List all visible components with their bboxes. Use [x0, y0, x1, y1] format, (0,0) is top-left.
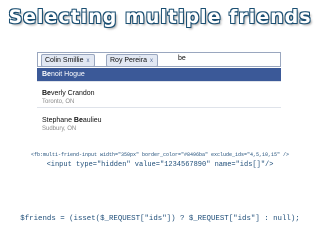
name-rest: aulieu [82, 117, 102, 124]
suggestion-name: Stephane Beaulieu [42, 116, 281, 125]
suggestion-location: Toronto, ON [42, 99, 75, 105]
match-highlight: Be [42, 71, 51, 78]
name-rest: noit Hogue [50, 71, 85, 78]
name-before: Stephane [42, 117, 74, 124]
suggestion-location: Sudbury, ON [42, 126, 77, 132]
match-highlight: Be [42, 90, 51, 97]
suggestion-item[interactable]: Stephane Beaulieu Sudbury, ON [37, 112, 281, 136]
hidden-input-code: <input type="hidden" value="1234567890" … [46, 161, 274, 169]
suggestion-name: Benoit Hogue [42, 70, 281, 79]
name-rest: verly Crandon [50, 90, 95, 97]
fbml-tag-code: <fb:multi-friend-input width="350px" bor… [30, 152, 290, 158]
friend-token-label: Roy Pereira [110, 57, 147, 64]
multi-friend-input: Colin Smillie x Roy Pereira x be Benoit Ho… [37, 52, 281, 146]
suggestion-name: Beverly Crandon [42, 89, 281, 98]
friend-token-input[interactable]: Colin Smillie x Roy Pereira x be [37, 52, 281, 67]
friend-token-label: Colin Smillie [45, 57, 84, 64]
typed-query[interactable]: be [178, 55, 186, 62]
slide-title: Selecting multiple friends [8, 6, 312, 28]
suggestion-item[interactable]: Benoit Hogue [37, 68, 281, 82]
friend-token[interactable]: Roy Pereira x [106, 54, 158, 67]
token-remove-icon[interactable]: x [87, 58, 90, 64]
match-highlight: Be [73, 117, 83, 124]
token-remove-icon[interactable]: x [150, 58, 153, 64]
friend-token[interactable]: Colin Smillie x [41, 54, 95, 67]
php-code: $friends = (isset($_REQUEST["ids"]) ? $_… [20, 215, 300, 223]
suggestion-item[interactable]: Beverly Crandon Toronto, ON [37, 86, 281, 108]
